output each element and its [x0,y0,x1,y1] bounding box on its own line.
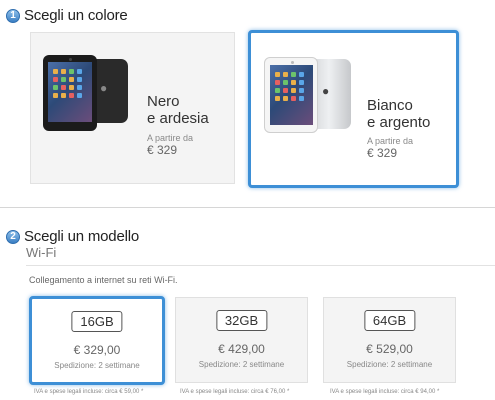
camera-dot [69,58,72,61]
ipad-white-image [264,57,318,133]
wifi-divider [26,265,495,266]
shipping-info: Spedizione: 2 settimane [346,360,433,369]
camera-dot [291,61,294,64]
vat-note: IVA e spese legali incluse: circa € 94,0… [330,389,440,395]
apple-logo-icon: ● [322,84,330,98]
model-option-32gb[interactable]: 32GB € 429,00 Spedizione: 2 settimane [175,297,308,383]
step-number-badge: 1 [6,8,20,23]
vat-note: IVA e spese legali incluse: circa € 76,0… [180,389,290,395]
section-divider [0,207,495,208]
model-price: € 429,00 [218,342,265,356]
model-option-64gb[interactable]: 64GB € 529,00 Spedizione: 2 settimane [323,297,456,383]
app-icons [53,69,82,98]
price-from-label: A partire da [147,133,194,143]
model-price: € 329,00 [73,343,121,357]
color-price: € 329 [367,146,398,160]
apple-logo-icon: ● [100,81,108,95]
model-option-16gb[interactable]: 16GB € 329,00 Spedizione: 2 settimane [29,296,165,385]
step-1-heading: 1 Scegli un colore [6,7,128,24]
step-title: Scegli un colore [24,7,128,24]
step-number-badge: 2 [6,229,20,244]
price-from-label: A partire da [367,136,414,146]
color-option-white[interactable]: ● Bianco e argento A partire da € 329 [248,30,459,188]
shipping-info: Spedizione: 2 settimane [54,361,140,370]
ipad-black-image [43,55,97,131]
capacity-label: 64GB [363,310,416,331]
wifi-section-title: Wi-Fi [26,245,57,260]
color-option-black[interactable]: ● Nero e ardesia A partire da € 329 [30,32,235,184]
capacity-label: 32GB [215,310,268,331]
model-price: € 529,00 [366,342,413,356]
step-2-heading: 2 Scegli un modello [6,228,139,245]
color-name: Nero e ardesia [147,93,209,127]
color-name: Bianco e argento [367,97,431,131]
step-title: Scegli un modello [24,228,140,245]
capacity-label: 16GB [71,311,123,332]
vat-note: IVA e spese legali incluse: circa € 59,0… [34,389,144,395]
color-price: € 329 [147,143,178,157]
wifi-description: Collegamento a internet su reti Wi-Fi. [29,275,178,285]
shipping-info: Spedizione: 2 settimane [198,360,285,369]
app-icons [275,72,304,101]
